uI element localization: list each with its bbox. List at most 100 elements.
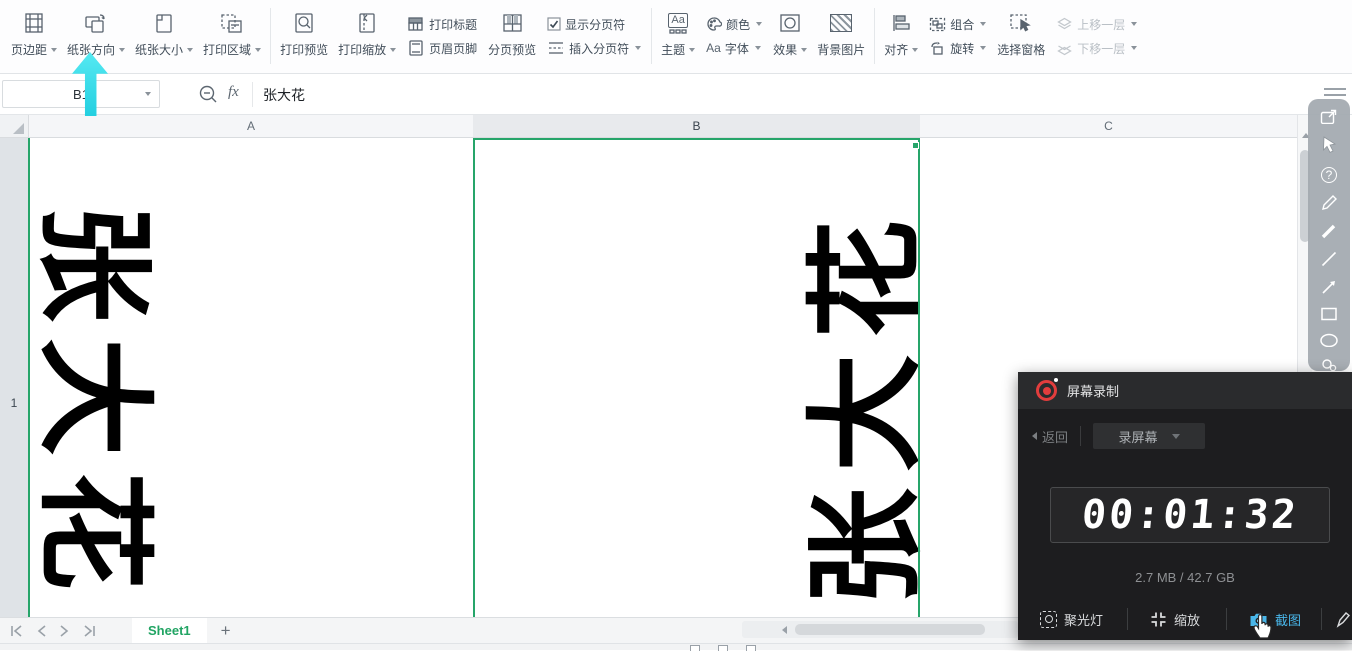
pagebreak-preview-button[interactable]: 分页预览	[483, 6, 541, 66]
last-sheet-icon[interactable]	[80, 625, 96, 637]
zoom-formula-icon[interactable]	[198, 84, 220, 106]
dropdown-caret-icon	[187, 48, 193, 52]
name-box[interactable]: B1	[2, 80, 160, 108]
add-sheet-button[interactable]: +	[221, 622, 231, 639]
record-mode-dropdown[interactable]: 录屏幕	[1093, 423, 1205, 449]
checkbox-checked-icon	[547, 17, 561, 31]
timer-value: 00:01:32	[1080, 492, 1301, 538]
theme-colors-button[interactable]: 颜色	[706, 16, 762, 33]
theme-icon: Aa	[668, 8, 687, 38]
rotate-button[interactable]: 旋转	[929, 40, 986, 57]
group-button[interactable]: 组合	[929, 16, 986, 33]
print-scale-icon	[355, 8, 379, 38]
horizontal-scrollbar-thumb[interactable]	[795, 624, 985, 635]
first-sheet-icon[interactable]	[10, 625, 26, 637]
ribbon-toolbar: 页边距 纸张方向 纸张大小 打印区域 打印预览 打印缩放 打印	[0, 0, 1352, 74]
dropdown-caret-icon	[51, 48, 57, 52]
header-footer-button[interactable]: 页眉页脚	[407, 40, 477, 57]
recorder-divider	[1127, 608, 1128, 630]
show-pagebreaks-checkbox[interactable]: 显示分页符	[547, 16, 641, 33]
recorder-title: 屏幕录制	[1067, 381, 1119, 400]
background-picture-button[interactable]: 背景图片	[812, 6, 870, 66]
margins-button[interactable]: 页边距	[6, 6, 62, 66]
fx-icon[interactable]: fx	[228, 84, 239, 101]
view-layout-icon[interactable]	[718, 645, 728, 651]
column-header-b[interactable]: B	[473, 115, 920, 137]
effects-icon	[778, 8, 802, 38]
formula-bar-divider	[252, 82, 253, 107]
next-sheet-icon[interactable]	[58, 625, 70, 637]
effects-button[interactable]: 效果	[768, 6, 812, 66]
horizontal-scrollbar[interactable]	[742, 621, 1018, 638]
palette-icon	[706, 16, 722, 32]
select-all-corner[interactable]	[0, 115, 29, 137]
highlighter-icon[interactable]	[1320, 222, 1338, 239]
tab-sheet1[interactable]: Sheet1	[132, 618, 207, 644]
rectangle-tool-icon[interactable]	[1320, 306, 1338, 321]
recorder-title-bar[interactable]: 屏幕录制	[1018, 372, 1352, 409]
theme-fonts-button[interactable]: Aa 字体	[706, 40, 762, 57]
annotate-pen-icon[interactable]	[1336, 611, 1350, 628]
align-button[interactable]: 对齐	[879, 6, 923, 66]
insert-pagebreak-button[interactable]: 插入分页符	[547, 40, 641, 57]
screen-annotation-toolbar: ?	[1308, 99, 1350, 371]
back-arrow-icon	[1032, 432, 1037, 440]
select-all-triangle-icon	[13, 123, 24, 134]
header-footer-icon	[407, 40, 425, 56]
selection-border-left	[473, 138, 475, 617]
bring-forward-icon	[1056, 17, 1073, 32]
bring-forward-button[interactable]: 上移一层	[1056, 16, 1137, 33]
align-icon	[890, 8, 912, 38]
spotlight-button[interactable]: 聚光灯	[1040, 610, 1103, 629]
cursor-icon[interactable]	[1319, 135, 1339, 156]
print-titles-icon	[407, 16, 425, 32]
arrow-icon[interactable]	[1320, 278, 1338, 295]
line-icon[interactable]	[1320, 250, 1338, 267]
print-preview-button[interactable]: 打印预览	[275, 6, 333, 66]
view-normal-icon[interactable]	[690, 645, 700, 651]
dropdown-caret-icon	[1172, 434, 1180, 439]
dropdown-caret-icon	[1131, 22, 1137, 26]
insert-pagebreak-icon	[547, 41, 565, 55]
background-picture-icon	[830, 8, 852, 38]
margins-icon	[22, 8, 46, 38]
column-header-c[interactable]: C	[920, 115, 1297, 137]
print-scale-button[interactable]: 打印缩放	[333, 6, 401, 66]
paper-size-button[interactable]: 纸张大小	[130, 6, 198, 66]
settings-icon[interactable]	[1320, 358, 1338, 371]
selection-pane-icon	[1008, 8, 1034, 38]
formula-input[interactable]: 张大花	[263, 85, 305, 105]
print-titles-button[interactable]: 打印标题	[407, 16, 477, 33]
dropdown-caret-icon	[255, 48, 261, 52]
dropdown-caret-icon	[635, 46, 641, 50]
recorder-button-row: 聚光灯 缩放 截图	[1018, 598, 1352, 640]
send-backward-button[interactable]: 下移一层	[1056, 40, 1137, 57]
print-area-icon	[219, 8, 245, 38]
pen-icon[interactable]	[1320, 194, 1338, 211]
column-header-a[interactable]: A	[29, 115, 473, 137]
panel-menu-icon[interactable]	[1324, 84, 1346, 100]
zoom-arrows-icon	[1150, 611, 1167, 628]
view-break-icon[interactable]	[746, 645, 756, 651]
selection-pane-button[interactable]: 选择窗格	[992, 6, 1050, 66]
dropdown-caret-icon	[1131, 46, 1137, 50]
ellipse-tool-icon[interactable]	[1319, 333, 1339, 347]
share-icon[interactable]	[1320, 109, 1338, 124]
dropdown-caret-icon	[912, 48, 918, 52]
fonts-icon: Aa	[706, 41, 721, 55]
print-preview-icon	[292, 8, 316, 38]
cell-a1-rotated-text: 张大花	[35, 195, 175, 615]
formula-bar-row: B1 fx 张大花	[0, 74, 1352, 115]
ribbon-separator	[874, 8, 875, 64]
paper-orientation-icon	[83, 8, 109, 38]
theme-button[interactable]: Aa 主题	[656, 6, 700, 66]
zoom-button[interactable]: 缩放	[1150, 610, 1200, 629]
selection-fill-handle[interactable]	[912, 142, 919, 149]
prev-sheet-icon[interactable]	[36, 625, 48, 637]
print-area-button[interactable]: 打印区域	[198, 6, 266, 66]
back-button[interactable]: 返回	[1032, 427, 1068, 446]
scroll-left-icon[interactable]	[782, 626, 787, 634]
help-icon[interactable]: ?	[1321, 167, 1337, 183]
recorder-mode-row: 返回 录屏幕	[1032, 423, 1352, 449]
paper-orientation-button[interactable]: 纸张方向	[62, 6, 130, 66]
